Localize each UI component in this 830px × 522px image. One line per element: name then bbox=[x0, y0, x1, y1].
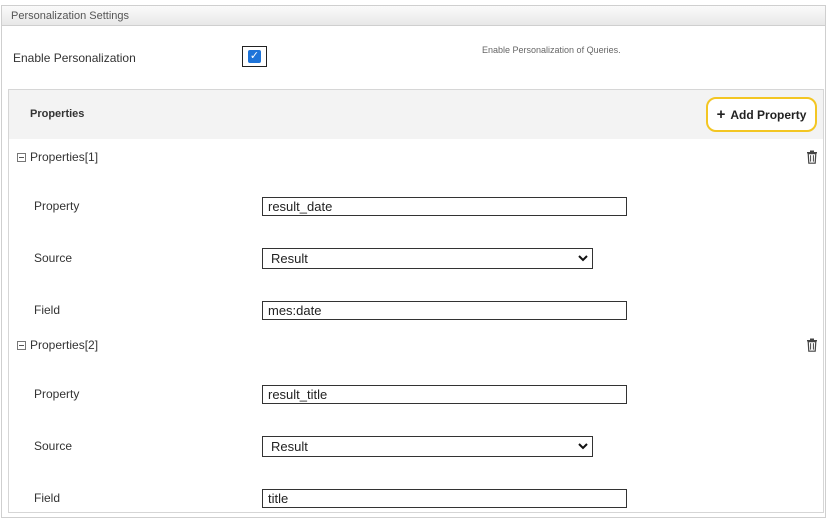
enable-personalization-help: Enable Personalization of Queries. bbox=[482, 45, 621, 55]
trash-icon[interactable] bbox=[806, 150, 818, 164]
properties-group-2-title: Properties[2] bbox=[30, 338, 99, 352]
field-label: Field bbox=[34, 303, 61, 317]
properties-group-1-title: Properties[1] bbox=[30, 150, 99, 164]
field-label: Field bbox=[34, 491, 61, 505]
panel-title: Personalization Settings bbox=[2, 6, 825, 26]
chevron-down-icon bbox=[578, 255, 588, 262]
source-select[interactable]: Result bbox=[262, 436, 593, 457]
chevron-down-icon bbox=[578, 443, 588, 450]
personalization-settings-panel: Personalization Settings Enable Personal… bbox=[1, 5, 826, 518]
properties-group-2-header[interactable]: Properties[2] bbox=[17, 338, 98, 352]
property-label: Property bbox=[34, 199, 80, 213]
source-select-value: Result bbox=[271, 251, 308, 266]
field-input[interactable] bbox=[262, 489, 627, 508]
property-input[interactable] bbox=[262, 385, 627, 404]
checkmark-icon: ✓ bbox=[248, 50, 261, 63]
properties-group-1-header[interactable]: Properties[1] bbox=[17, 150, 98, 164]
enable-personalization-checkbox[interactable]: ✓ bbox=[242, 46, 267, 67]
field-input[interactable] bbox=[262, 301, 627, 320]
source-select[interactable]: Result bbox=[262, 248, 593, 269]
properties-bar: Properties + Add Property bbox=[9, 90, 823, 139]
trash-icon[interactable] bbox=[806, 338, 818, 352]
add-property-button[interactable]: + Add Property bbox=[706, 97, 817, 132]
add-property-label: Add Property bbox=[730, 107, 807, 122]
properties-title: Properties bbox=[30, 108, 85, 120]
property-label: Property bbox=[34, 387, 80, 401]
enable-personalization-label: Enable Personalization bbox=[13, 51, 136, 65]
properties-section: Properties + Add Property Properties[1] … bbox=[8, 89, 824, 513]
plus-icon: + bbox=[716, 106, 726, 123]
property-input[interactable] bbox=[262, 197, 627, 216]
source-select-value: Result bbox=[271, 439, 308, 454]
source-label: Source bbox=[34, 251, 73, 265]
collapse-icon[interactable] bbox=[17, 152, 26, 162]
source-label: Source bbox=[34, 439, 73, 453]
collapse-icon[interactable] bbox=[17, 340, 26, 350]
